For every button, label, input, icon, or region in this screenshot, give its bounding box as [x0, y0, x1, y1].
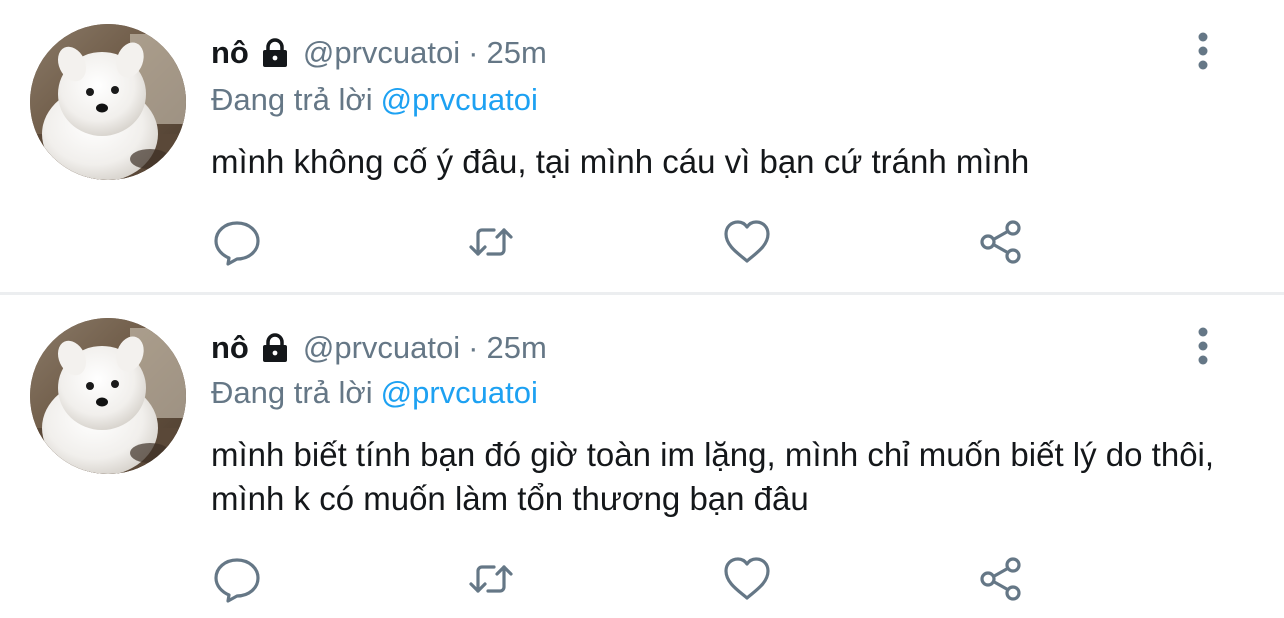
tweet[interactable]: nô @prvcuatoi · 25m Đang trả lời @prvcuat… — [0, 295, 1284, 618]
display-name[interactable]: nô — [211, 35, 249, 71]
share-button[interactable] — [975, 216, 1027, 268]
retweet-button[interactable] — [465, 216, 517, 268]
reply-button[interactable] — [211, 553, 263, 605]
dog-avatar-image — [30, 24, 186, 180]
display-name[interactable]: nô — [211, 330, 249, 366]
reply-icon — [214, 558, 260, 603]
retweet-icon — [469, 565, 513, 593]
replying-to: Đang trả lời @prvcuatoi — [211, 82, 538, 118]
tweet[interactable]: nô @prvcuatoi · 25m Đang trả lời @prvcuat… — [0, 0, 1284, 292]
reply-button[interactable] — [211, 216, 263, 268]
handle[interactable]: @prvcuatoi — [303, 330, 460, 366]
mention-link[interactable]: @prvcuatoi — [381, 82, 538, 117]
reply-icon — [214, 221, 260, 266]
separator: · — [468, 330, 479, 365]
lock-icon — [259, 37, 291, 69]
avatar[interactable] — [30, 318, 186, 474]
share-button[interactable] — [975, 553, 1027, 605]
avatar[interactable] — [30, 24, 186, 180]
lock-icon — [259, 332, 291, 364]
replying-prefix: Đang trả lời — [211, 375, 373, 410]
tweet-header: nô @prvcuatoi · 25m — [211, 33, 547, 73]
timestamp[interactable]: 25m — [486, 35, 546, 71]
more-vertical-icon[interactable] — [1190, 326, 1216, 366]
action-bar — [211, 553, 1051, 605]
like-button[interactable] — [721, 216, 773, 268]
tweet-text: mình biết tính bạn đó giờ toàn im lặng, … — [211, 436, 1215, 517]
retweet-button[interactable] — [465, 553, 517, 605]
dog-avatar-image — [30, 318, 186, 474]
action-bar — [211, 216, 1051, 268]
retweet-icon — [469, 228, 513, 256]
share-icon — [980, 557, 1021, 601]
tweet-header: nô @prvcuatoi · 25m — [211, 328, 547, 368]
like-button[interactable] — [721, 553, 773, 605]
separator: · — [468, 35, 479, 70]
replying-prefix: Đang trả lời — [211, 82, 373, 117]
share-icon — [980, 220, 1021, 264]
heart-icon — [724, 557, 770, 600]
tweet-text: mình không cố ý đâu, tại mình cáu vì bạn… — [211, 143, 1030, 180]
heart-icon — [724, 220, 770, 263]
timestamp[interactable]: 25m — [486, 330, 546, 366]
more-vertical-icon[interactable] — [1190, 31, 1216, 71]
mention-link[interactable]: @prvcuatoi — [381, 375, 538, 410]
replying-to: Đang trả lời @prvcuatoi — [211, 375, 538, 411]
handle[interactable]: @prvcuatoi — [303, 35, 460, 71]
